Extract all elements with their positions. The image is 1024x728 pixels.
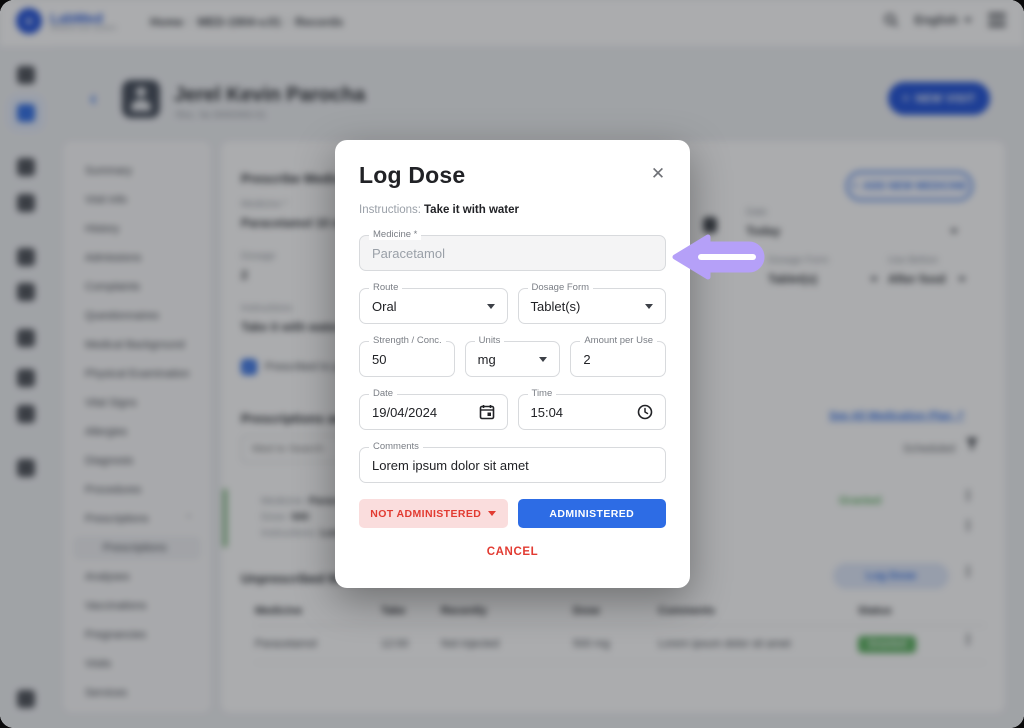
strength-input[interactable]	[372, 351, 442, 367]
not-administered-button[interactable]: NOT ADMINISTERED	[359, 499, 508, 528]
app-window: + LabMed Medical Care System HomeMED-190…	[0, 0, 1024, 728]
date-input[interactable]	[372, 404, 479, 420]
modal-instructions: Instructions: Take it with water	[359, 204, 520, 216]
amount-per-use-field[interactable]: Amount per Use	[570, 335, 667, 377]
route-select[interactable]: Route Oral	[359, 282, 508, 324]
administered-button[interactable]: ADMINISTERED	[517, 499, 666, 528]
clock-icon[interactable]	[637, 404, 653, 420]
close-icon[interactable]: ✕	[646, 162, 670, 186]
chevron-down-icon	[488, 511, 497, 516]
medicine-input[interactable]	[372, 245, 653, 261]
date-field[interactable]: Date	[359, 388, 508, 430]
comments-input[interactable]	[372, 457, 653, 473]
cancel-button[interactable]: CANCEL	[481, 545, 545, 559]
time-field[interactable]: Time	[517, 388, 666, 430]
time-input[interactable]	[530, 404, 637, 420]
chevron-down-icon	[645, 303, 653, 309]
medicine-field[interactable]: Medicine *	[359, 229, 666, 271]
comments-field[interactable]: Comments	[359, 441, 666, 483]
dosage-form-select[interactable]: Dosage Form Tablet(s)	[517, 282, 666, 324]
units-select[interactable]: Units mg	[464, 335, 561, 377]
modal-title: Log Dose	[359, 162, 466, 188]
chevron-down-icon	[486, 303, 495, 309]
strength-field[interactable]: Strength / Conc.	[359, 335, 455, 377]
calendar-icon[interactable]	[479, 404, 495, 420]
amount-input[interactable]	[583, 351, 654, 367]
log-dose-modal: Log Dose ✕ Instructions: Take it with wat…	[335, 140, 690, 588]
annotation-arrow-icon	[672, 234, 765, 280]
chevron-down-icon	[539, 356, 548, 362]
